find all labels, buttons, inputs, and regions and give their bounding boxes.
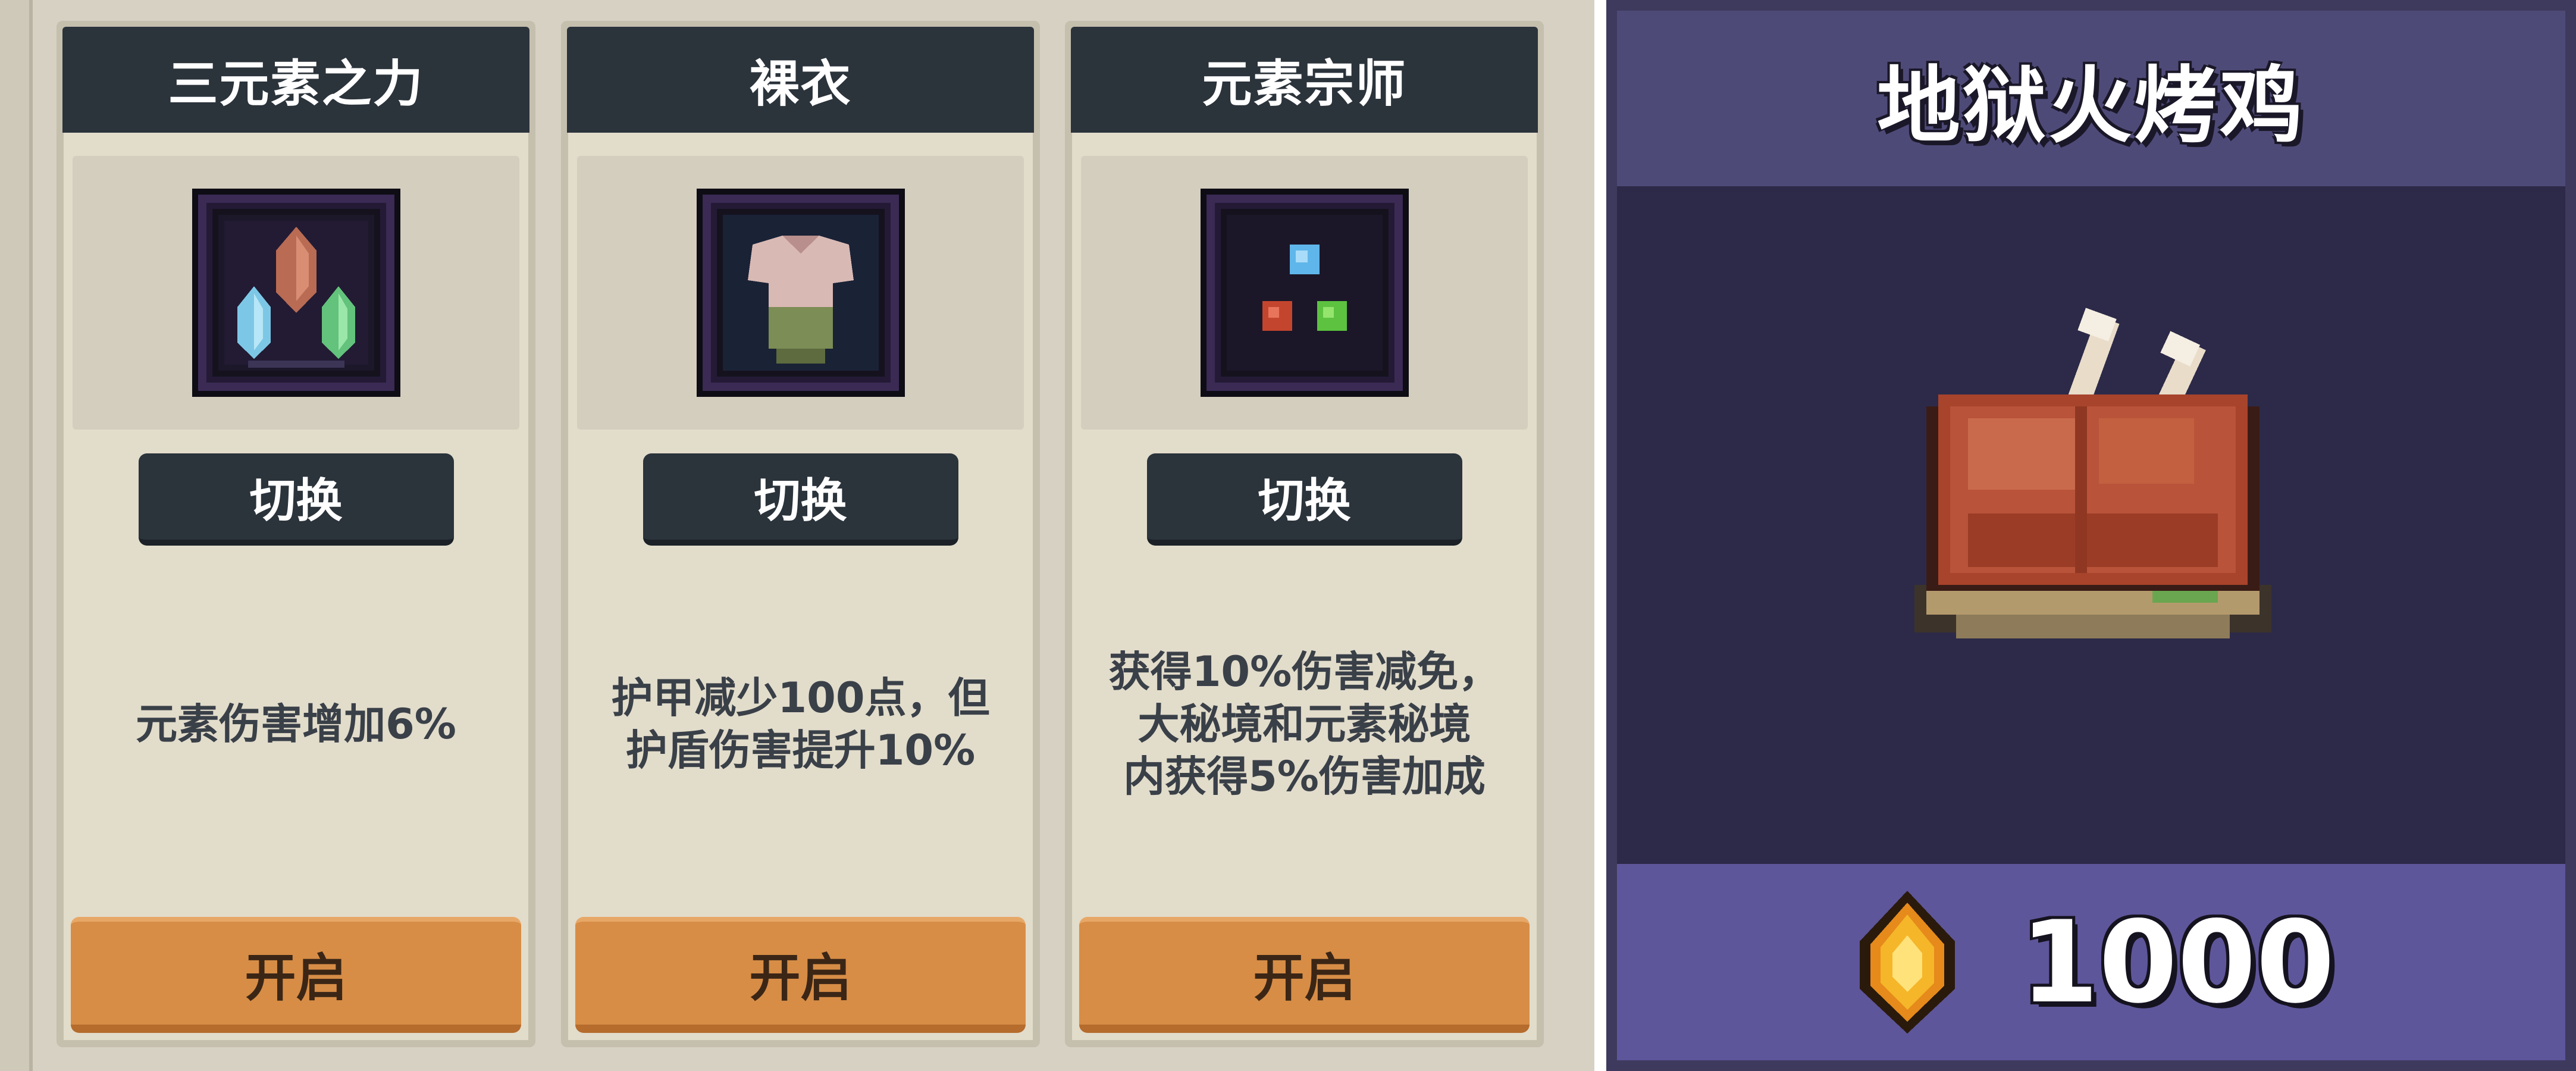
switch-label: 切换 [1258, 474, 1351, 528]
enable-label: 开启 [1253, 948, 1356, 1008]
enable-button[interactable]: 开启 [575, 917, 1026, 1033]
enable-button[interactable]: 开启 [71, 917, 521, 1033]
card-header: 元素宗师 [1071, 27, 1538, 133]
price-bar: 1000 [1617, 864, 2565, 1060]
icon-well [1081, 156, 1528, 430]
switch-button[interactable]: 切换 [1146, 453, 1462, 546]
card-description: 元素伤害增加6% [136, 700, 456, 749]
card-description: 获得10%伤害减免， 大秘境和元素秘境 内获得5%伤害加成 [1108, 647, 1500, 801]
card-title: 元素宗师 [1202, 54, 1407, 113]
bare-shirt-icon [702, 195, 899, 391]
shop-item-panel[interactable]: 地狱火烤鸡 1000 [1606, 0, 2576, 1071]
enable-label: 开启 [245, 948, 347, 1008]
item-header: 地狱火烤鸡 [1617, 11, 2565, 186]
panel-divider [1594, 0, 1606, 1071]
tri-element-crystal-icon [198, 195, 394, 391]
item-preview [1617, 186, 2565, 870]
switch-label: 切换 [249, 474, 343, 528]
card-title: 三元素之力 [168, 54, 424, 113]
card-description: 护甲减少100点，但 护盾伤害提升10% [611, 674, 990, 775]
enable-label: 开启 [749, 948, 852, 1008]
card-title: 裸衣 [749, 54, 852, 113]
item-title: 地狱火烤鸡 [1876, 57, 2305, 155]
switch-button[interactable]: 切换 [643, 453, 958, 546]
talent-card-element-master: 元素宗师 切换 获得10%伤害减免， 大秘境和元素秘境 内获得5%伤害加成 开启 [1065, 21, 1544, 1047]
price-value: 1000 [2020, 896, 2335, 1028]
switch-button[interactable]: 切换 [138, 453, 454, 546]
switch-label: 切换 [754, 474, 847, 528]
talent-card-tri-element: 三元素之力 切换 元素伤害增加6% 开启 [57, 21, 535, 1047]
gem-icon [1859, 891, 1955, 1034]
enable-button[interactable]: 开启 [1079, 917, 1530, 1033]
roast-chicken-icon [1914, 308, 2271, 638]
card-header: 三元素之力 [62, 27, 529, 133]
card-header: 裸衣 [567, 27, 1034, 133]
element-master-orbs-icon [1206, 195, 1403, 391]
icon-well [73, 156, 519, 430]
talent-panel: 三元素之力 切换 元素伤害增加6% 开启 裸衣 切换 护甲减少100点，但 护盾… [0, 0, 1594, 1071]
icon-well [577, 156, 1024, 430]
panel-edge [0, 0, 33, 1071]
talent-card-bare-shirt: 裸衣 切换 护甲减少100点，但 护盾伤害提升10% 开启 [561, 21, 1040, 1047]
